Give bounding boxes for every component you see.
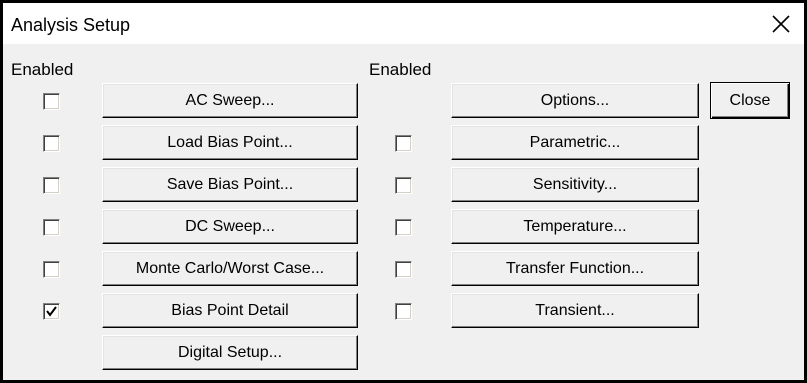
checkbox-monte-carlo[interactable] [43, 261, 60, 278]
monte-carlo-button[interactable]: Monte Carlo/Worst Case... [102, 251, 358, 286]
transient-button[interactable]: Transient... [451, 293, 699, 328]
digital-setup-button[interactable]: Digital Setup... [102, 335, 358, 370]
ac-sweep-button[interactable]: AC Sweep... [102, 83, 358, 118]
checkbox-bias-point-detail[interactable] [43, 303, 60, 320]
title-bar: Analysis Setup [3, 3, 804, 44]
checkbox-sensitivity[interactable] [395, 177, 412, 194]
checkbox-transfer-function[interactable] [395, 261, 412, 278]
temperature-button[interactable]: Temperature... [451, 209, 699, 244]
checkbox-transient[interactable] [395, 303, 412, 320]
left-enabled-header: Enabled [11, 60, 74, 79]
analysis-setup-dialog: Analysis Setup Enabled Enabled AC Sweep.… [0, 0, 807, 383]
dc-sweep-button[interactable]: DC Sweep... [102, 209, 358, 244]
save-bias-point-button[interactable]: Save Bias Point... [102, 167, 358, 202]
checkbox-load-bias-point[interactable] [43, 135, 60, 152]
transfer-function-button[interactable]: Transfer Function... [451, 251, 699, 286]
dialog-content: Enabled Enabled AC Sweep... Load Bias Po… [3, 44, 804, 380]
close-button[interactable]: Close [710, 82, 790, 119]
sensitivity-button[interactable]: Sensitivity... [451, 167, 699, 202]
checkbox-save-bias-point[interactable] [43, 177, 60, 194]
right-enabled-header: Enabled [369, 60, 432, 79]
checkbox-ac-sweep[interactable] [43, 93, 60, 110]
load-bias-point-button[interactable]: Load Bias Point... [102, 125, 358, 160]
bias-point-detail-button[interactable]: Bias Point Detail [102, 293, 358, 328]
checkbox-temperature[interactable] [395, 219, 412, 236]
parametric-button[interactable]: Parametric... [451, 125, 699, 160]
close-icon[interactable] [768, 11, 794, 37]
checkmark-icon [46, 306, 57, 317]
window-title: Analysis Setup [11, 15, 131, 35]
checkbox-dc-sweep[interactable] [43, 219, 60, 236]
checkbox-parametric[interactable] [395, 135, 412, 152]
options-button[interactable]: Options... [451, 83, 699, 118]
